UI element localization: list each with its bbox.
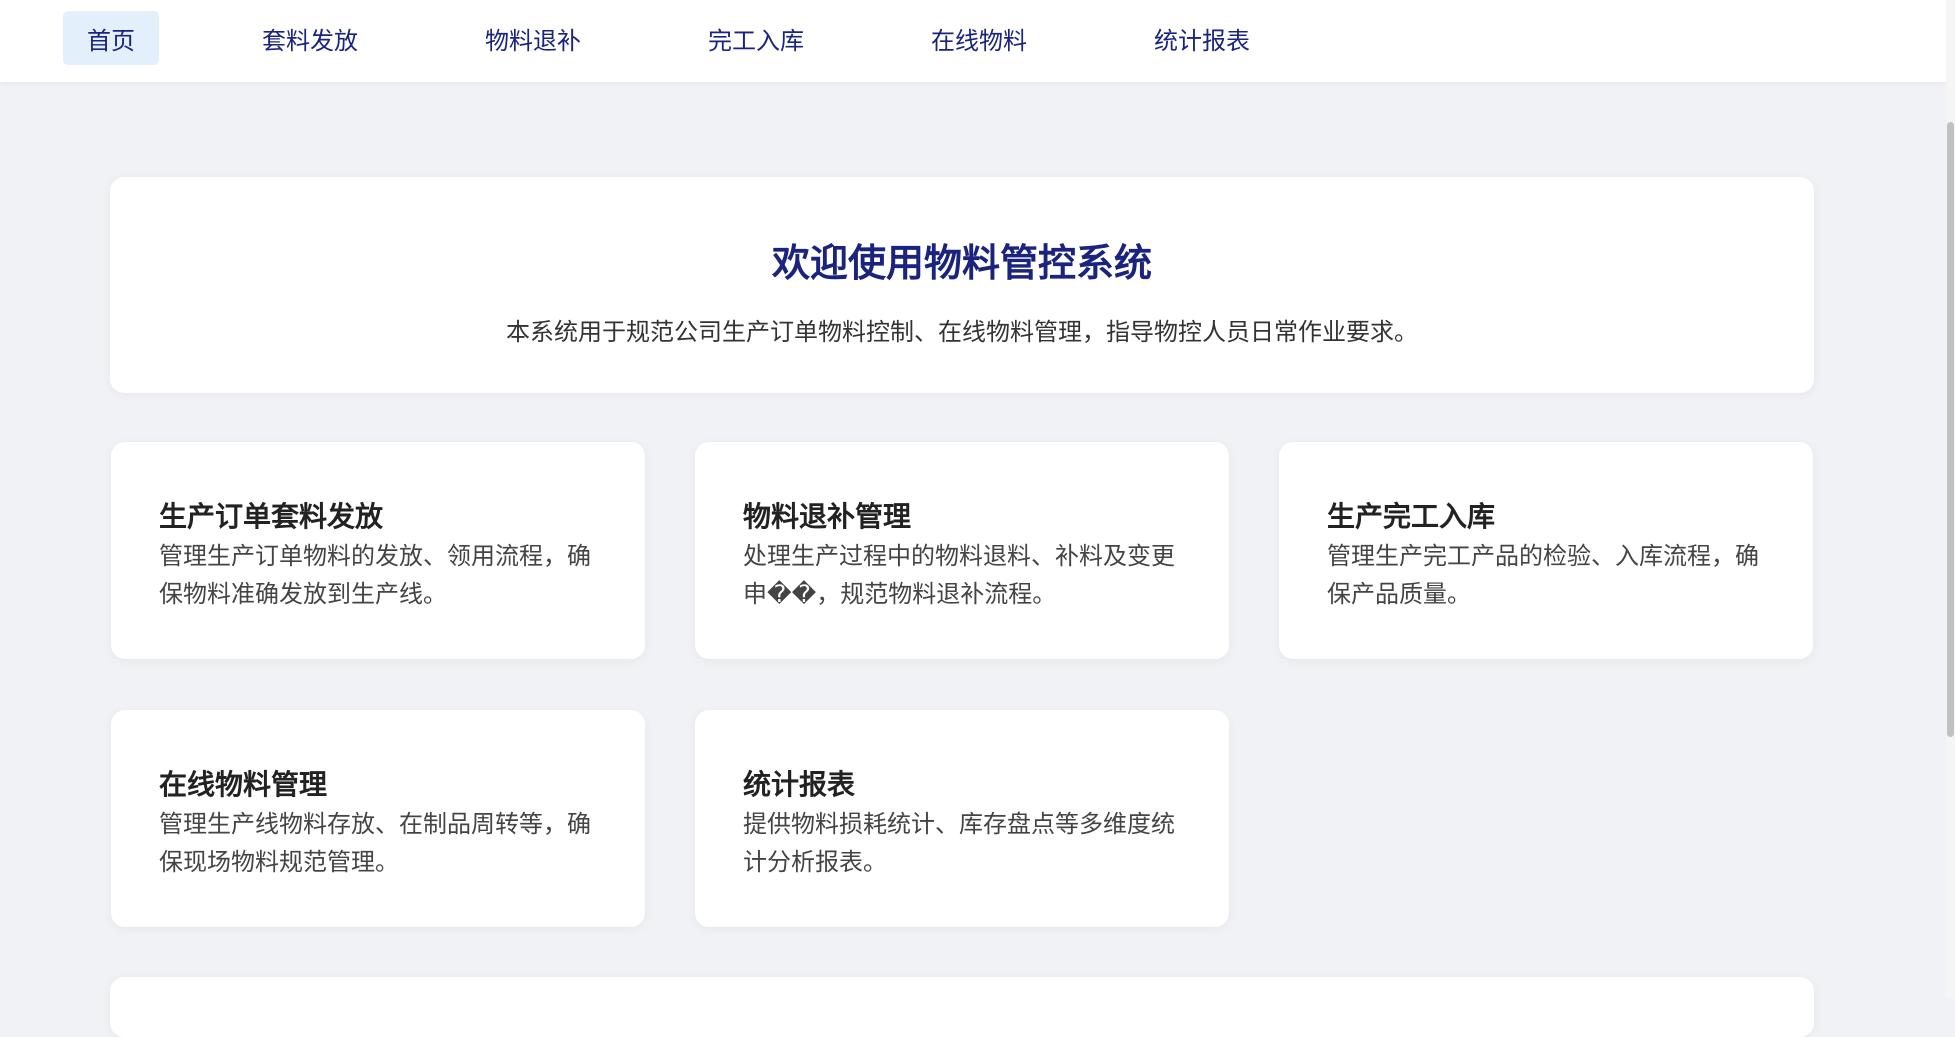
bottom-card xyxy=(110,977,1814,1037)
feature-description: 处理生产过程中的物料退料、补料及变更申��，规范物料退补流程。 xyxy=(743,542,1175,608)
feature-description: 管理生产订单物料的发放、领用流程，确保物料准确发放到生产线。 xyxy=(159,542,591,608)
nav-item-online-material[interactable]: 在线物料 xyxy=(919,11,1039,65)
nav-item-kit-issue[interactable]: 套料发放 xyxy=(250,11,370,65)
feature-title: 在线物料管理 xyxy=(159,768,328,801)
nav-item-completion-warehousing[interactable]: 完工入库 xyxy=(696,11,816,65)
feature-card-material-return[interactable]: 物料退补管理 处理生产过程中的物料退料、补料及变更申��，规范物料退补流程。 xyxy=(695,442,1229,659)
welcome-card: 欢迎使用物料管控系统 本系统用于规范公司生产订单物料控制、在线物料管理，指导物控… xyxy=(110,177,1814,393)
feature-title: 生产完工入库 xyxy=(1327,500,1496,533)
top-navigation: 首页 套料发放 物料退补 完工入库 在线物料 统计报表 xyxy=(0,0,1946,82)
feature-description: 提供物料损耗统计、库存盘点等多维度统计分析报表。 xyxy=(743,810,1175,876)
nav-item-home[interactable]: 首页 xyxy=(63,11,159,65)
scrollbar-thumb[interactable] xyxy=(1947,122,1954,737)
feature-description: 管理生产完工产品的检验、入库流程，确保产品质量。 xyxy=(1327,542,1759,608)
nav-item-statistics-report[interactable]: 统计报表 xyxy=(1142,11,1262,65)
nav-item-material-return[interactable]: 物料退补 xyxy=(473,11,593,65)
vertical-scrollbar[interactable] xyxy=(1946,0,1955,998)
feature-card-completion-warehousing[interactable]: 生产完工入库 管理生产完工产品的检验、入库流程，确保产品质量。 xyxy=(1279,442,1813,659)
feature-card-kit-issue[interactable]: 生产订单套料发放 管理生产订单物料的发放、领用流程，确保物料准确发放到生产线。 xyxy=(111,442,645,659)
feature-description: 管理生产线物料存放、在制品周转等，确保现场物料规范管理。 xyxy=(159,810,591,876)
feature-card-statistics-report[interactable]: 统计报表 提供物料损耗统计、库存盘点等多维度统计分析报表。 xyxy=(695,710,1229,927)
feature-title: 生产订单套料发放 xyxy=(159,500,384,533)
feature-title: 统计报表 xyxy=(743,768,856,801)
feature-card-online-material[interactable]: 在线物料管理 管理生产线物料存放、在制品周转等，确保现场物料规范管理。 xyxy=(111,710,645,927)
feature-title: 物料退补管理 xyxy=(743,500,912,533)
welcome-title: 欢迎使用物料管控系统 xyxy=(771,241,1152,285)
welcome-description: 本系统用于规范公司生产订单物料控制、在线物料管理，指导物控人员日常作业要求。 xyxy=(506,318,1418,346)
